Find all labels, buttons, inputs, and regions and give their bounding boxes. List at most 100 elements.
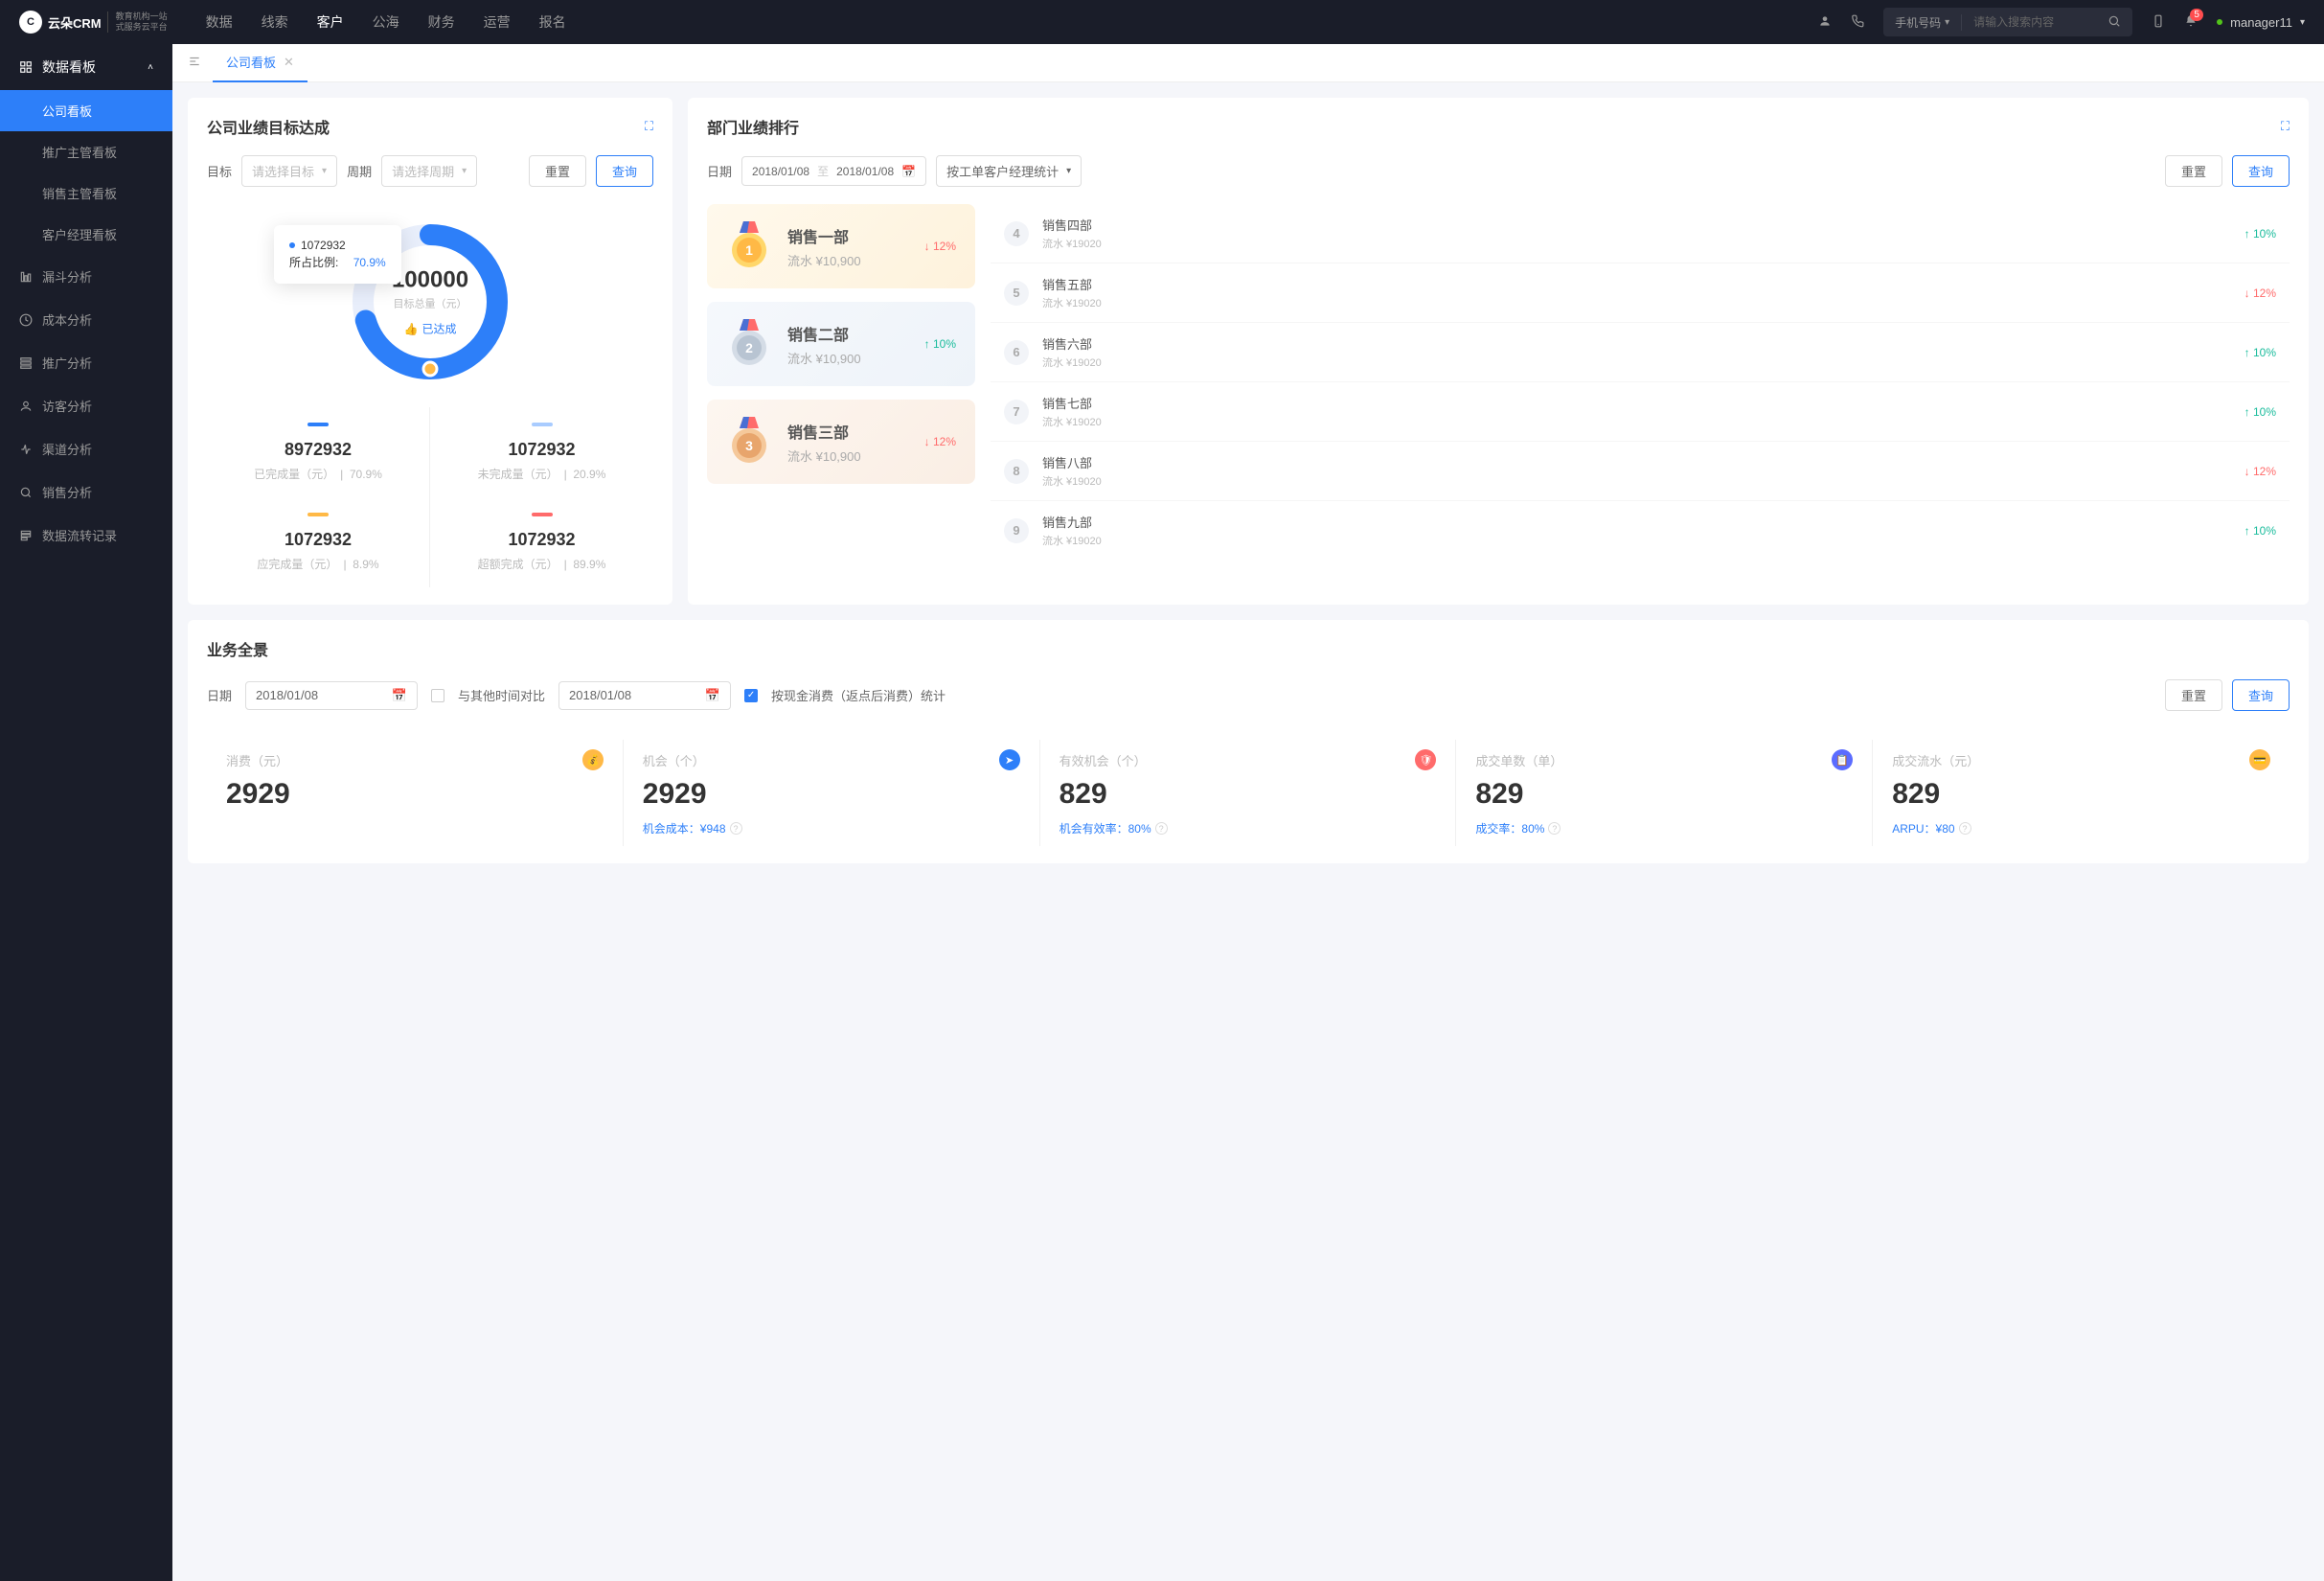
nav-item[interactable]: 客户 (317, 12, 344, 32)
calendar-icon: 📅 (705, 688, 720, 703)
card-title: 部门业绩排行 (707, 115, 799, 138)
tab-label: 公司看板 (226, 53, 276, 71)
sidebar-item[interactable]: 数据流转记录 (0, 514, 172, 557)
card-title: 业务全景 (207, 637, 2290, 660)
period-label: 周期 (347, 162, 372, 180)
sidebar-item[interactable]: 客户经理看板 (0, 214, 172, 255)
sidebar-item[interactable]: 推广分析 (0, 341, 172, 384)
expand-icon[interactable]: ⛶ (2281, 119, 2290, 134)
search-group: 手机号码▾ (1883, 8, 2132, 36)
menu-icon (19, 356, 33, 370)
target-card: 公司业绩目标达成 ⛶ 目标 请选择目标▾ 周期 请选择周期▾ 重置 查询 107… (188, 98, 672, 605)
stat-item: 1072932应完成量（元）| 8.9% (207, 497, 430, 587)
nav-item[interactable]: 报名 (539, 12, 566, 32)
stat-type-select[interactable]: 按工单客户经理统计▾ (936, 155, 1082, 187)
nav-item[interactable]: 运营 (484, 12, 511, 32)
compare-label: 与其他时间对比 (458, 686, 545, 704)
card-title: 公司业绩目标达成 (207, 115, 330, 138)
sidebar-item[interactable]: 销售分析 (0, 470, 172, 514)
svg-text:2: 2 (745, 340, 753, 355)
query-button[interactable]: 查询 (596, 155, 653, 187)
period-select[interactable]: 请选择周期▾ (381, 155, 477, 187)
rank-row: 8销售八部流水 ¥19020↓ 12% (991, 442, 2290, 501)
cash-checkbox[interactable]: ✓ (744, 689, 758, 702)
logo-subtitle: 教育机构一站式服务云平台 (107, 11, 168, 33)
metric-item: 消费（元）💰2929 (207, 740, 624, 846)
sidebar-item[interactable]: 公司看板 (0, 90, 172, 131)
target-label: 目标 (207, 162, 232, 180)
date-label: 日期 (707, 162, 732, 180)
user-menu[interactable]: manager11 ▾ (2217, 15, 2305, 30)
search-button[interactable] (2096, 14, 2132, 31)
donut-total: 100000 (392, 267, 468, 294)
query-button[interactable]: 查询 (2232, 155, 2290, 187)
logo-text: 云朵CRM (48, 13, 102, 32)
logo[interactable]: C 云朵CRM 教育机构一站式服务云平台 (19, 11, 168, 34)
sidebar-item[interactable]: 推广主管看板 (0, 131, 172, 172)
close-icon[interactable]: ✕ (284, 55, 294, 70)
search-input[interactable] (1962, 15, 2096, 29)
compare-checkbox[interactable] (431, 689, 444, 702)
help-icon[interactable]: ? (1959, 822, 1971, 835)
nav-item[interactable]: 数据 (206, 12, 233, 32)
reset-button[interactable]: 重置 (2165, 155, 2222, 187)
nav-item[interactable]: 财务 (428, 12, 455, 32)
collapse-sidebar-button[interactable] (188, 55, 201, 71)
calendar-icon: 📅 (901, 165, 916, 178)
stat-item: 1072932未完成量（元）| 20.9% (430, 407, 653, 497)
reset-button[interactable]: 重置 (2165, 679, 2222, 711)
sidebar-item[interactable]: 渠道分析 (0, 427, 172, 470)
reset-button[interactable]: 重置 (529, 155, 586, 187)
metric-icon: 🛡 (1415, 749, 1436, 770)
search-type-select[interactable]: 手机号码▾ (1883, 14, 1962, 31)
notification-badge: 5 (2190, 9, 2203, 21)
user-icon[interactable] (1818, 14, 1832, 31)
metric-item: 成交单数（单）📋829成交率：80%? (1456, 740, 1873, 846)
sidebar-item[interactable]: 访客分析 (0, 384, 172, 427)
rank-row: 5销售五部流水 ¥19020↓ 12% (991, 264, 2290, 323)
svg-text:3: 3 (745, 438, 753, 453)
mobile-icon[interactable] (2152, 14, 2165, 31)
date-picker-2[interactable]: 2018/01/08📅 (558, 681, 731, 710)
help-icon[interactable]: ? (1155, 822, 1168, 835)
menu-icon (19, 270, 33, 284)
sidebar-item[interactable]: 成本分析 (0, 298, 172, 341)
metric-item: 有效机会（个）🛡829机会有效率：80%? (1040, 740, 1457, 846)
phone-icon[interactable] (1851, 14, 1864, 31)
chevron-down-icon: ▾ (2300, 17, 2305, 28)
target-select[interactable]: 请选择目标▾ (241, 155, 337, 187)
nav-item[interactable]: 线索 (262, 12, 288, 32)
menu-icon (19, 529, 33, 542)
logo-icon: C (19, 11, 42, 34)
sidebar-group-header[interactable]: 数据看板 ˄ (0, 44, 172, 90)
help-icon[interactable]: ? (730, 822, 742, 835)
metric-item: 成交流水（元）💳829ARPU：¥80? (1873, 740, 2290, 846)
topbar: C 云朵CRM 教育机构一站式服务云平台 数据 线索 客户 公海 财务 运营 报名 手机号码… (0, 0, 2324, 44)
top-nav: 数据 线索 客户 公海 财务 运营 报名 (206, 12, 566, 32)
stat-item: 1072932超额完成（元）| 89.9% (430, 497, 653, 587)
date-label: 日期 (207, 686, 232, 704)
rank-card: 2销售二部流水 ¥10,900↑ 10% (707, 302, 975, 386)
date-picker-1[interactable]: 2018/01/08📅 (245, 681, 418, 710)
rank-row: 4销售四部流水 ¥19020↑ 10% (991, 204, 2290, 264)
menu-icon (19, 486, 33, 499)
sidebar-item[interactable]: 销售主管看板 (0, 172, 172, 214)
metric-icon: 💰 (582, 749, 604, 770)
donut-label: 目标总量（元） (392, 296, 468, 311)
metric-icon: 💳 (2249, 749, 2270, 770)
medal-icon: 2 (726, 321, 772, 367)
nav-item[interactable]: 公海 (373, 12, 399, 32)
overview-card: 业务全景 日期 2018/01/08📅 与其他时间对比 2018/01/08📅 … (188, 620, 2309, 863)
help-icon[interactable]: ? (1548, 822, 1561, 835)
cash-label: 按现金消费（返点后消费）统计 (771, 686, 946, 704)
main: 公司看板 ✕ 公司业绩目标达成 ⛶ 目标 请选择目标▾ 周期 请选择周期▾ 重置 (172, 44, 2324, 1581)
metric-icon: 📋 (1832, 749, 1853, 770)
bell-icon[interactable]: 5 (2184, 14, 2198, 31)
tab-company-board[interactable]: 公司看板 ✕ (213, 44, 308, 82)
query-button[interactable]: 查询 (2232, 679, 2290, 711)
calendar-icon: 📅 (392, 688, 407, 703)
expand-icon[interactable]: ⛶ (645, 119, 653, 134)
date-range-picker[interactable]: 2018/01/08至2018/01/08 📅 (741, 156, 926, 186)
tab-bar: 公司看板 ✕ (172, 44, 2324, 82)
sidebar-item[interactable]: 漏斗分析 (0, 255, 172, 298)
